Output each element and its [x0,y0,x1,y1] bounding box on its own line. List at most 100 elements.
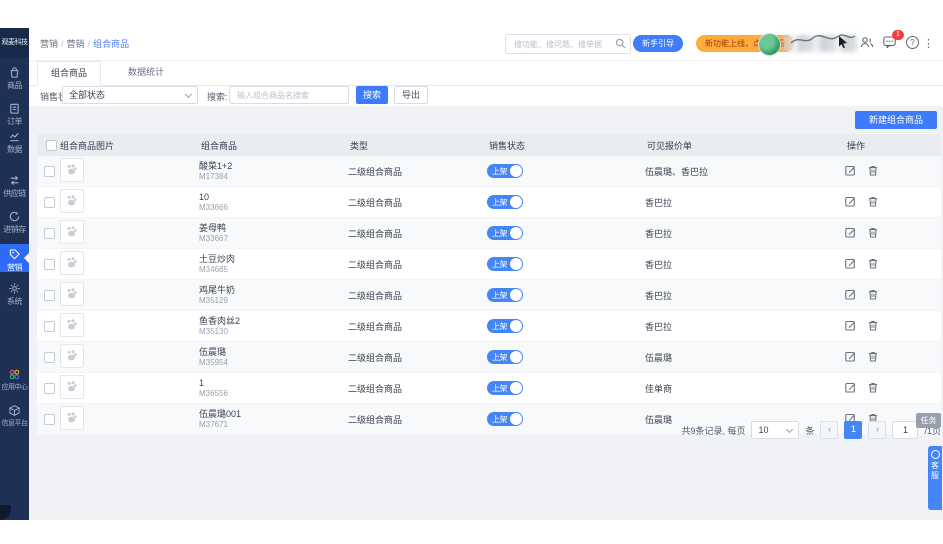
status-toggle[interactable]: 上架 [487,350,523,364]
product-name[interactable]: 土豆炒肉 [199,254,348,264]
product-image-placeholder[interactable] [60,282,84,306]
sidebar-item-data[interactable]: 数据 [0,130,29,155]
search-button[interactable]: 搜索 [356,86,388,104]
team-icon[interactable] [860,36,874,48]
product-image-placeholder[interactable] [60,375,84,399]
toggle-knob [510,351,522,363]
sidebar-item-orders[interactable]: 订单 [0,102,29,127]
placeholder-glyph-icon [67,350,77,361]
tab-data-stats[interactable]: 数据统计 [115,61,177,84]
create-combo-button[interactable]: 新建组合商品 [855,111,937,129]
delete-icon[interactable] [868,227,878,238]
edit-icon[interactable] [845,165,856,176]
edit-icon[interactable] [845,196,856,207]
row-checkbox[interactable] [44,227,55,239]
avatar[interactable] [758,33,781,56]
global-search[interactable] [505,34,631,54]
chart-icon [9,132,19,142]
sidebar-item-app-center[interactable]: 应用中心 [0,368,29,392]
more-icon[interactable]: ⋮ [923,34,934,52]
sidebar-item-goods[interactable]: 商品 [0,66,29,91]
delete-icon[interactable] [868,165,878,176]
row-checkbox[interactable] [44,351,55,363]
product-code: M17384 [199,171,228,181]
newbie-guide-button[interactable]: 新手引导 [633,35,683,52]
sidebar-item-supply-chain[interactable]: 供应链 [0,174,29,199]
next-page-button[interactable]: › [868,421,887,439]
product-image-placeholder[interactable] [60,220,84,244]
status-toggle[interactable]: 上架 [487,257,523,271]
status-toggle-label: 上架 [492,228,508,238]
table-rows: 酸菜1+2 M17384 二级组合商品 上架 伍晨璐、香巴拉 10 M33666… [37,156,941,435]
edit-icon[interactable] [845,289,856,300]
product-name[interactable]: 伍晨璐 [199,347,348,357]
combo-search-input[interactable] [235,88,345,102]
page-jump-input[interactable] [892,421,919,439]
status-filter-select[interactable]: 全部状态 [62,86,198,104]
status-toggle-label: 上架 [492,259,508,269]
edit-icon[interactable] [845,258,856,269]
toggle-knob [510,196,522,208]
sidebar-item-system[interactable]: 系统 [0,282,29,307]
row-checkbox[interactable] [44,320,55,332]
customer-service-tab[interactable]: 客 服 [928,446,942,510]
combo-search-field[interactable] [229,86,349,104]
product-name[interactable]: 10 [199,192,348,202]
delete-icon[interactable] [868,351,878,362]
status-toggle[interactable]: 上架 [487,164,523,178]
sidebar-item-inventory[interactable]: 进销存 [0,210,29,235]
status-toggle[interactable]: 上架 [487,226,523,240]
product-name[interactable]: 鱼香肉丝2 [199,316,348,326]
tab-combo-goods[interactable]: 组合商品 [37,61,102,86]
main-content: 新建组合商品 组合商品图片 组合商品 类型 销售状态 可见报价单 操作 酸菜1+… [29,106,943,520]
status-toggle-label: 上架 [492,290,508,300]
product-name[interactable]: 酸菜1+2 [199,161,348,171]
breadcrumb-item[interactable]: 营销 [40,39,58,49]
product-code: M35130 [199,326,228,336]
delete-icon[interactable] [868,258,878,269]
row-checkbox[interactable] [44,196,55,208]
product-image-placeholder[interactable] [60,344,84,368]
status-toggle[interactable]: 上架 [487,288,523,302]
delete-icon[interactable] [868,196,878,207]
product-image-placeholder[interactable] [60,158,84,182]
global-search-input[interactable] [512,36,616,52]
toggle-knob [510,227,522,239]
edit-icon[interactable] [845,227,856,238]
row-checkbox[interactable] [44,289,55,301]
status-toggle[interactable]: 上架 [487,195,523,209]
select-all-checkbox[interactable] [46,139,57,151]
prev-page-button[interactable]: ‹ [820,421,839,439]
product-code: M35129 [199,295,228,305]
product-name[interactable]: 1 [199,378,348,388]
row-checkbox[interactable] [44,258,55,270]
mouse-cursor [838,36,848,48]
row-checkbox[interactable] [44,165,55,177]
brand-logo: 观麦科技 [0,28,29,58]
delete-icon[interactable] [868,320,878,331]
product-image-placeholder[interactable] [60,313,84,337]
page-size-select[interactable]: 10 [751,421,800,439]
product-name[interactable]: 姜母鸭 [199,223,348,233]
export-button[interactable]: 导出 [394,86,428,104]
help-icon[interactable]: ? [906,36,919,49]
sidebar-item-marketing[interactable]: 营销 [0,244,29,272]
visible-quotes: 香巴拉 [645,197,673,208]
product-image-placeholder[interactable] [60,251,84,275]
row-checkbox[interactable] [44,382,55,394]
edit-icon[interactable] [845,320,856,331]
delete-icon[interactable] [868,289,878,300]
status-toggle-label: 上架 [492,197,508,207]
edit-icon[interactable] [845,351,856,362]
page-1-button[interactable]: 1 [844,421,863,439]
delete-icon[interactable] [868,382,878,393]
edit-icon[interactable] [845,382,856,393]
status-toggle[interactable]: 上架 [487,381,523,395]
breadcrumb-item[interactable]: 营销 [67,39,85,49]
sidebar-item-info-platform[interactable]: 信息平台 [0,404,29,428]
product-name[interactable]: 鸡尾牛奶 [199,285,348,295]
product-type: 二级组合商品 [348,383,403,394]
status-toggle[interactable]: 上架 [487,319,523,333]
product-image-placeholder[interactable] [60,189,84,213]
task-float-tab[interactable]: 任务 [916,413,941,428]
